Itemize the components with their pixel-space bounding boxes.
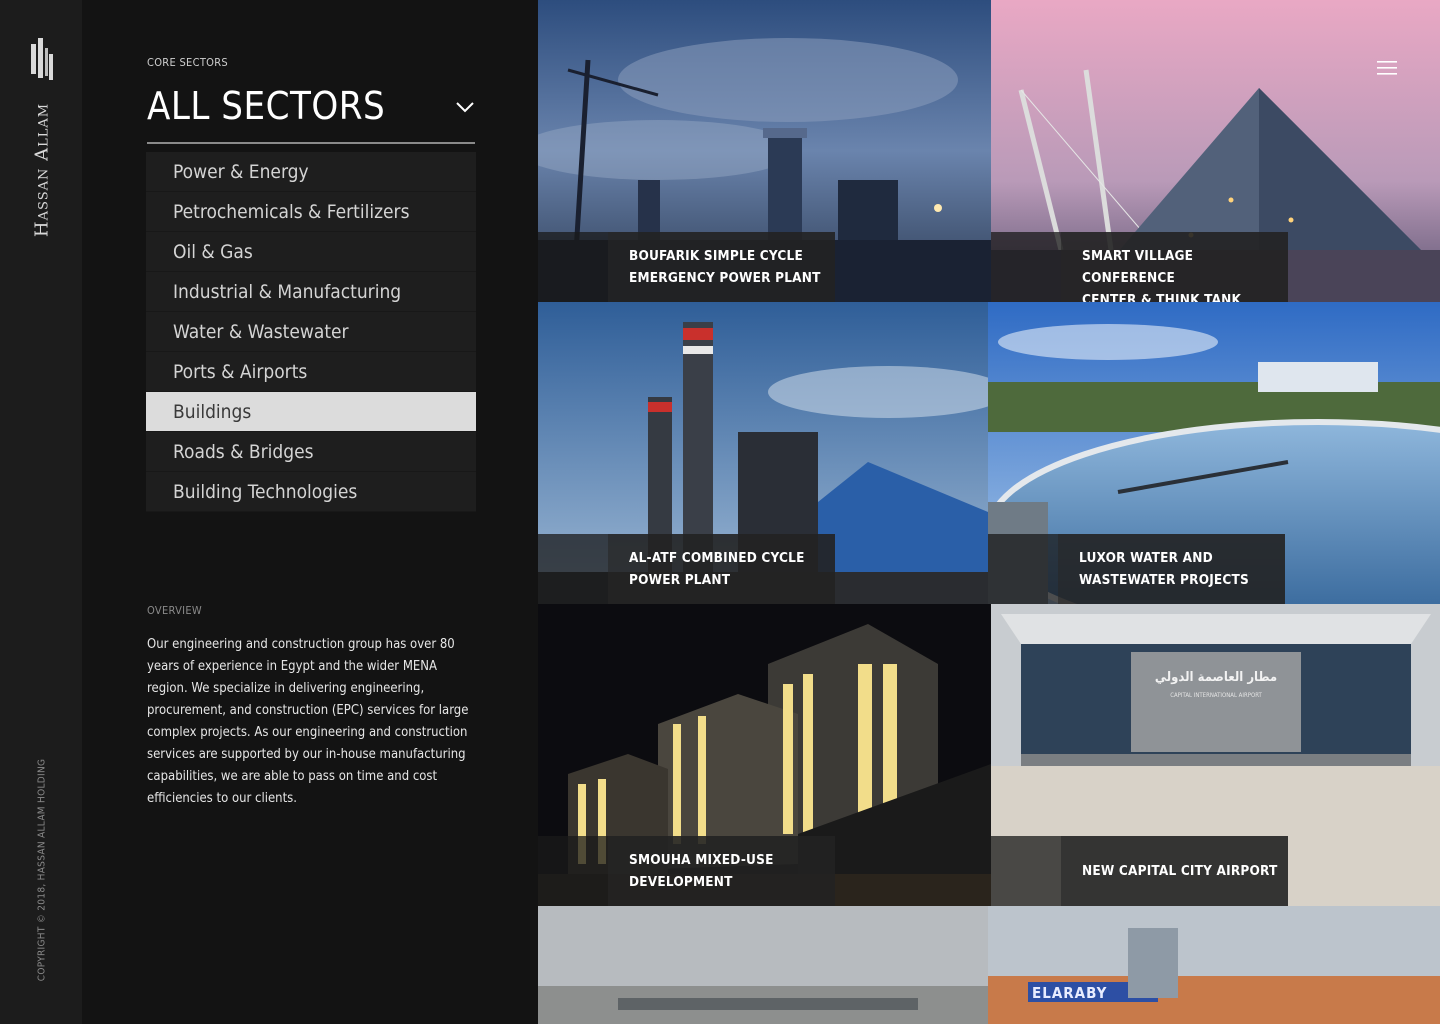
project-title-line2: DEVELOPMENT (629, 874, 733, 890)
overview-text: Our engineering and construction group h… (147, 637, 469, 806)
sector-item-buildings[interactable]: Buildings (146, 392, 476, 432)
project-title-line1: SMART VILLAGE CONFERENCE (1082, 248, 1194, 286)
airport-sign-english: CAPITAL INTERNATIONAL AIRPORT (1170, 692, 1262, 699)
project-tile-smouha[interactable]: SMOUHA MIXED-USE DEVELOPMENT (538, 604, 991, 906)
caption-strip (991, 232, 1061, 302)
project-title-line2: EMERGENCY POWER PLANT (629, 270, 821, 286)
store-sign: ELARABY (1032, 984, 1108, 1002)
project-tile-new-capital-airport[interactable]: مطار العاصمة الدولي CAPITAL INTERNATIONA… (991, 604, 1440, 906)
project-caption: BOUFARIK SIMPLE CYCLE EMERGENCY POWER PL… (608, 232, 835, 302)
sector-item-petrochemicals-fertilizers[interactable]: Petrochemicals & Fertilizers (146, 192, 476, 232)
project-title-line2: WASTEWATER PROJECTS (1079, 572, 1249, 588)
project-title-line1: AL-ATF COMBINED CYCLE (629, 550, 805, 566)
copyright-text: COPYRIGHT © 2018, HASSAN ALLAM HOLDING (36, 758, 48, 982)
project-tile-smart-village[interactable]: SMART VILLAGE CONFERENCE CENTER & THINK … (991, 0, 1440, 302)
project-title-line1: SMOUHA MIXED-USE (629, 852, 774, 868)
sector-item-building-technologies[interactable]: Building Technologies (146, 472, 476, 512)
hassan-allam-logo-icon[interactable] (31, 38, 53, 80)
sector-dropdown-title: ALL SECTORS (147, 84, 386, 128)
project-caption: SMOUHA MIXED-USE DEVELOPMENT (608, 836, 835, 906)
caption-strip (538, 836, 608, 906)
project-title-line2: CENTER & THINK TANK (1082, 292, 1242, 302)
hamburger-menu-icon[interactable] (1377, 60, 1397, 76)
project-caption: NEW CAPITAL CITY AIRPORT (1061, 836, 1288, 906)
project-title-line2: POWER PLANT (629, 572, 731, 588)
brand-wordmark: Hassan Allam (31, 102, 53, 238)
sector-item-power-energy[interactable]: Power & Energy (146, 152, 476, 192)
chevron-down-icon[interactable] (455, 100, 475, 114)
project-image-8 (988, 906, 1440, 1024)
project-title-line1: BOUFARIK SIMPLE CYCLE (629, 248, 803, 264)
project-tile-7[interactable] (538, 906, 988, 1024)
project-caption: SMART VILLAGE CONFERENCE CENTER & THINK … (1061, 232, 1288, 302)
project-tile-8[interactable]: ELARABY (988, 906, 1440, 1024)
airport-sign-arabic: مطار العاصمة الدولي (1154, 670, 1278, 685)
sector-list: Power & Energy Petrochemicals & Fertiliz… (146, 152, 476, 512)
caption-strip (538, 232, 608, 302)
project-title-line2: NEW CAPITAL CITY AIRPORT (1082, 863, 1278, 879)
sector-item-oil-gas[interactable]: Oil & Gas (146, 232, 476, 272)
caption-strip (538, 534, 608, 604)
sector-item-ports-airports[interactable]: Ports & Airports (146, 352, 476, 392)
caption-strip (991, 836, 1061, 906)
project-caption: LUXOR WATER AND WASTEWATER PROJECTS (1058, 534, 1285, 604)
brand-rail: Hassan Allam COPYRIGHT © 2018, HASSAN AL… (0, 0, 82, 1024)
project-tile-luxor[interactable]: LUXOR WATER AND WASTEWATER PROJECTS (988, 302, 1440, 604)
project-tile-boufarik[interactable]: BOUFARIK SIMPLE CYCLE EMERGENCY POWER PL… (538, 0, 991, 302)
sector-dropdown[interactable]: ALL SECTORS (147, 78, 475, 144)
sector-item-water-wastewater[interactable]: Water & Wastewater (146, 312, 476, 352)
sector-item-industrial-manufacturing[interactable]: Industrial & Manufacturing (146, 272, 476, 312)
project-tile-al-atf[interactable]: AL-ATF COMBINED CYCLE POWER PLANT (538, 302, 988, 604)
project-title-line1: LUXOR WATER AND (1079, 550, 1213, 566)
project-caption: AL-ATF COMBINED CYCLE POWER PLANT (608, 534, 835, 604)
core-sectors-label: CORE SECTORS (147, 56, 229, 69)
overview-label: OVERVIEW (147, 604, 203, 617)
caption-strip (988, 534, 1058, 604)
project-image-7 (538, 906, 988, 1024)
sector-item-roads-bridges[interactable]: Roads & Bridges (146, 432, 476, 472)
sector-panel: CORE SECTORS ALL SECTORS Power & Energy … (82, 0, 538, 1024)
